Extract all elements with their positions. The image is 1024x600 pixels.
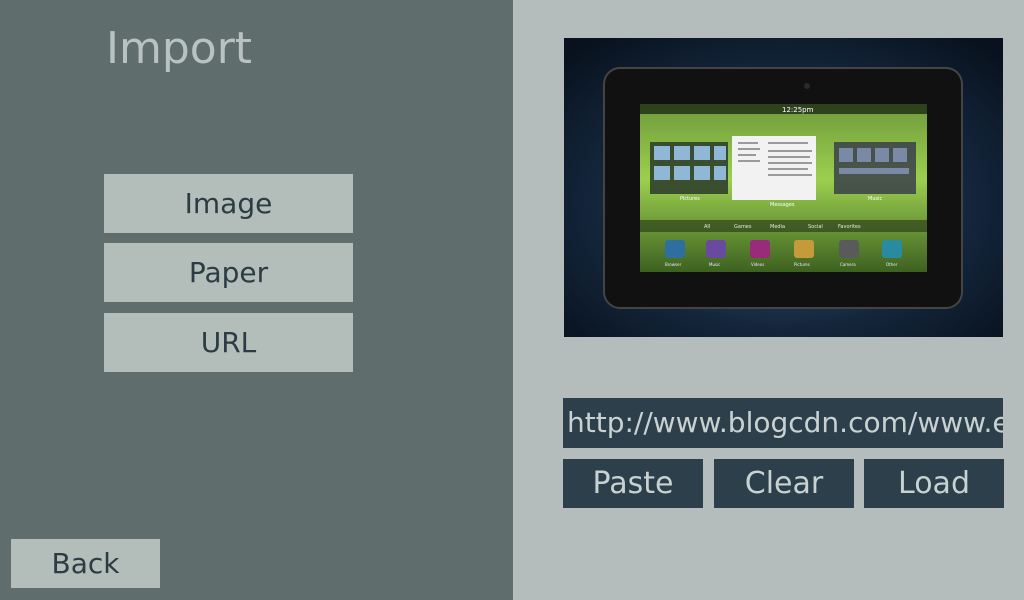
page-title: Import	[106, 23, 253, 74]
card-label-music: Music	[868, 196, 882, 202]
category-favorites: Favorites	[838, 224, 861, 230]
app-label-other: Other	[886, 262, 898, 267]
paper-button[interactable]: Paper	[104, 243, 353, 302]
back-button[interactable]: Back	[11, 539, 160, 588]
import-panel: Import Image Paper URL Back	[0, 0, 513, 600]
tablet-preview-image: 12:25pm Pictures Messages Music All Game…	[564, 38, 1003, 337]
app-label-videos: Videos	[751, 262, 764, 267]
preview-image: 12:25pm Pictures Messages Music All Game…	[564, 38, 1003, 337]
clear-button[interactable]: Clear	[714, 459, 854, 508]
card-label-pictures: Pictures	[680, 196, 700, 202]
url-field[interactable]: http://www.blogcdn.com/www.e	[563, 398, 1003, 448]
load-button[interactable]: Load	[864, 459, 1004, 508]
category-media: Media	[770, 224, 785, 230]
card-label-messages: Messages	[770, 202, 795, 208]
paste-button[interactable]: Paste	[563, 459, 703, 508]
app-label-pictures: Pictures	[794, 262, 810, 267]
status-time: 12:25pm	[782, 106, 814, 114]
app-label-browser: Browser	[665, 262, 682, 267]
url-button[interactable]: URL	[104, 313, 353, 372]
app-label-camera: Camera	[840, 262, 856, 267]
image-button[interactable]: Image	[104, 174, 353, 233]
category-social: Social	[808, 224, 823, 230]
category-all: All	[704, 224, 710, 230]
app-label-music: Music	[709, 262, 720, 267]
category-games: Games	[734, 224, 752, 230]
